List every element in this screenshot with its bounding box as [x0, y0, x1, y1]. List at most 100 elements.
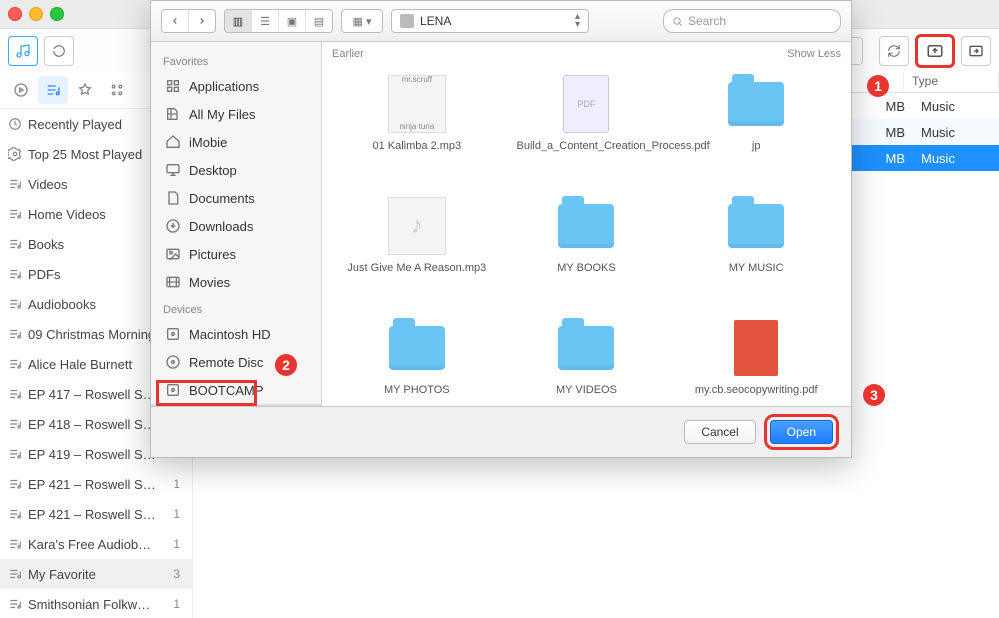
file-grid: mr.scruffninja tuna01 Kalimba 2.mp3 PDF Bu…	[322, 62, 851, 406]
favorite-item[interactable]: Desktop	[151, 156, 321, 184]
playlist-label: EP 419 – Roswell S…	[28, 447, 156, 462]
file-item[interactable]: jp	[671, 66, 841, 184]
audio-icon: ♪	[388, 197, 446, 255]
file-label: my.cb.seocopywriting.pdf	[695, 384, 818, 398]
file-item[interactable]: ♪Just Give Me A Reason.mp3	[332, 188, 502, 306]
file-label: MY PHOTOS	[384, 384, 450, 398]
favorite-label: Desktop	[189, 163, 237, 178]
playlist-label: Books	[28, 237, 64, 252]
file-browser-area: Earlier Show Less mr.scruffninja tuna01 …	[322, 42, 851, 406]
playlist-item[interactable]: EP 421 – Roswell S… 1	[0, 469, 192, 499]
favorite-label: iMobie	[189, 135, 227, 150]
device-label: Remote Disc	[189, 355, 263, 370]
device-item[interactable]: BOOTCAMP	[151, 376, 321, 404]
file-item[interactable]: my.cb.seocopywriting.pdf	[671, 310, 841, 406]
callout-1: 1	[867, 75, 889, 97]
view-gallery-button[interactable]: ▤	[306, 10, 332, 32]
favorite-label: All My Files	[189, 107, 255, 122]
now-playing-tab[interactable]	[6, 76, 36, 104]
favorite-label: Pictures	[189, 247, 236, 262]
favorite-item[interactable]: Downloads	[151, 212, 321, 240]
folder-icon	[558, 204, 614, 248]
playlist-count-badge: 1	[173, 537, 184, 551]
pdf-icon: PDF	[563, 75, 609, 133]
playlist-count-badge: 1	[173, 477, 184, 491]
disk-icon	[400, 14, 414, 28]
file-item[interactable]: MY PHOTOS	[332, 310, 502, 406]
dialog-sidebar: Favorites Applications All My Files iMobie…	[151, 42, 322, 406]
playlist-label: EP 421 – Roswell S…	[28, 507, 156, 522]
playlist-label: Smithsonian Folkw…	[28, 597, 150, 612]
nav-back-forward	[161, 9, 216, 33]
playlist-item[interactable]: Smithsonian Folkw… 1	[0, 589, 192, 618]
playlist-label: Videos	[28, 177, 68, 192]
open-file-dialog: ▥ ☰ ▣ ▤ ▦ ▾ LENA ▴▾ Search Favorites App…	[150, 0, 852, 458]
favorite-label: Movies	[189, 275, 230, 290]
apps-tab[interactable]	[102, 76, 132, 104]
show-less-button[interactable]: Show Less	[787, 48, 841, 60]
location-label: LENA	[420, 14, 451, 28]
favorite-item[interactable]: Pictures	[151, 240, 321, 268]
playlist-label: Home Videos	[28, 207, 106, 222]
playlist-count-badge: 1	[173, 597, 184, 611]
favorite-item[interactable]: iMobie	[151, 128, 321, 156]
music-library-button[interactable]	[8, 36, 38, 66]
window-minimize-button[interactable]	[29, 7, 43, 21]
view-icons-button[interactable]: ▥	[225, 10, 252, 32]
playlist-label: Audiobooks	[28, 297, 96, 312]
favorite-item[interactable]: Movies	[151, 268, 321, 296]
callout-2: 2	[275, 354, 297, 376]
file-item[interactable]: MY MUSIC	[671, 188, 841, 306]
callout-3: 3	[863, 384, 885, 406]
favorite-item[interactable]: Documents	[151, 184, 321, 212]
arrange-by-menu[interactable]: ▦ ▾	[341, 9, 383, 33]
playlist-label: My Favorite	[28, 567, 96, 582]
playlist-label: PDFs	[28, 267, 61, 282]
playlist-label: 09 Christmas Morning	[28, 327, 155, 342]
window-close-button[interactable]	[8, 7, 22, 21]
column-type-header[interactable]: Type	[904, 72, 999, 92]
playlists-tab[interactable]	[38, 76, 68, 104]
cell-type: Music	[913, 125, 999, 140]
nav-back-button[interactable]	[162, 10, 189, 32]
playlist-label: Top 25 Most Played	[28, 147, 142, 162]
cell-type: Music	[913, 151, 999, 166]
device-item[interactable]: Macintosh HD	[151, 320, 321, 348]
playlist-item[interactable]: Kara's Free Audiob… 1	[0, 529, 192, 559]
favorite-item[interactable]: All My Files	[151, 100, 321, 128]
nav-forward-button[interactable]	[189, 10, 215, 32]
playlist-label: EP 417 – Roswell S…	[28, 387, 156, 402]
dialog-search-input[interactable]: Search	[663, 9, 841, 33]
playlist-label: EP 421 – Roswell S…	[28, 477, 156, 492]
file-item[interactable]: mr.scruffninja tuna01 Kalimba 2.mp3	[332, 66, 502, 184]
cancel-button[interactable]: Cancel	[684, 420, 755, 444]
sync-button[interactable]	[879, 36, 909, 66]
view-columns-button[interactable]: ▣	[279, 10, 306, 32]
favorite-item[interactable]: Applications	[151, 72, 321, 100]
playlist-count-badge: 3	[173, 567, 184, 581]
file-label: MY VIDEOS	[556, 384, 617, 398]
open-button[interactable]: Open	[770, 420, 833, 444]
view-list-button[interactable]: ☰	[252, 10, 279, 32]
refresh-main-button[interactable]	[44, 36, 74, 66]
file-label: MY MUSIC	[729, 262, 784, 276]
playlist-item[interactable]: EP 421 – Roswell S…1	[0, 499, 192, 529]
playlist-label: Kara's Free Audiob…	[28, 537, 151, 552]
playlist-item[interactable]: My Favorite 3	[0, 559, 192, 589]
open-label: Open	[787, 425, 816, 439]
dialog-search-placeholder: Search	[688, 14, 726, 28]
file-item[interactable]: MY VIDEOS	[502, 310, 672, 406]
window-zoom-button[interactable]	[50, 7, 64, 21]
file-item[interactable]: PDF Build_a_Content_Creation_Process.pdf	[502, 66, 672, 184]
devices-heading: Devices	[151, 296, 321, 320]
favorites-heading: Favorites	[151, 48, 321, 72]
cell-size: MB	[867, 125, 913, 140]
export-to-mac-button[interactable]	[961, 36, 991, 66]
cancel-label: Cancel	[701, 425, 738, 439]
location-popup[interactable]: LENA ▴▾	[391, 9, 589, 33]
file-label: Build_a_Content_Creation_Process.pdf	[516, 140, 656, 154]
file-item[interactable]: MY BOOKS	[502, 188, 672, 306]
file-label: jp	[752, 140, 761, 154]
ratings-tab[interactable]	[70, 76, 100, 104]
import-to-device-button[interactable]	[917, 36, 953, 66]
